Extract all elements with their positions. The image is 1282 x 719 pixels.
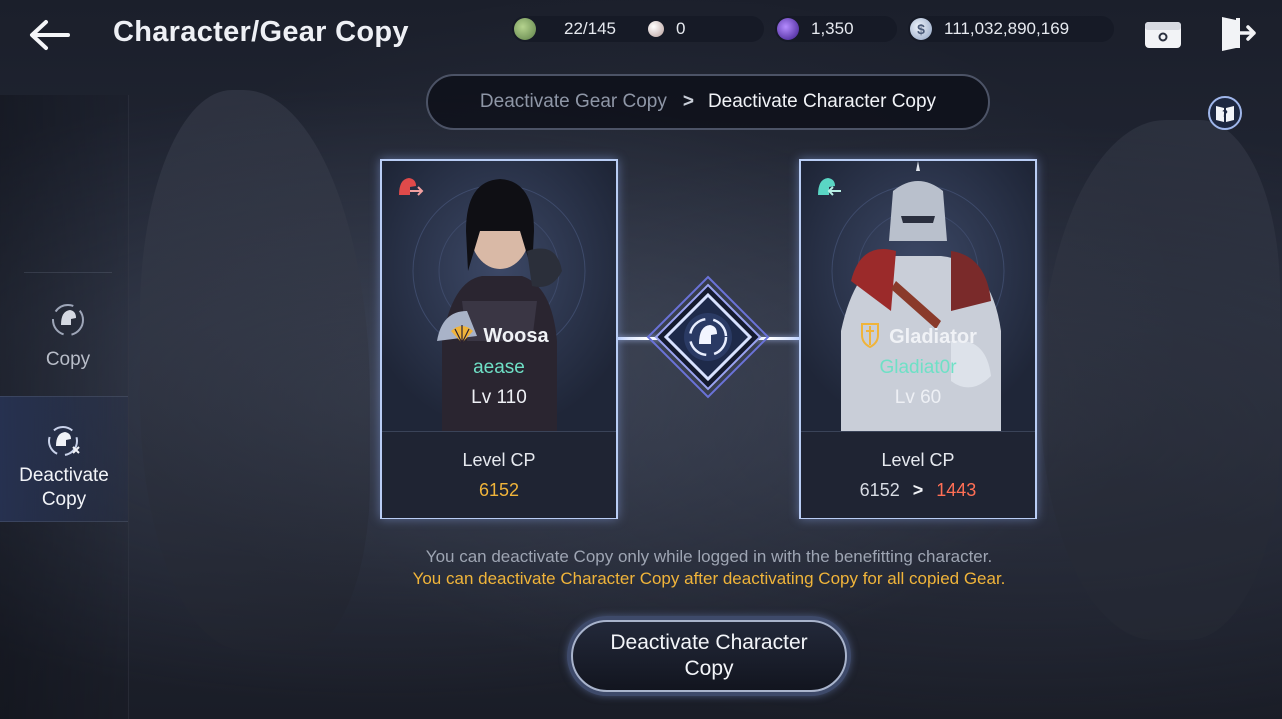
class-name: Gladiator xyxy=(889,326,977,348)
cp-panel: Level CP 6152 > 1443 xyxy=(801,431,1035,518)
breadcrumb-chevron-icon: > xyxy=(682,91,694,112)
character-level: Lv 110 xyxy=(471,387,527,408)
page-title: Character/Gear Copy xyxy=(113,16,409,48)
copy-helmet-icon xyxy=(24,299,112,346)
button-text: Deactivate Character Copy xyxy=(610,631,808,680)
cp-change: 6152 > 1443 xyxy=(801,480,1035,501)
resource-value: 22/145 xyxy=(564,19,616,38)
deactivate-character-copy-button[interactable]: Deactivate Character Copy xyxy=(567,616,851,696)
sidebar-item-label: Deactivate Copy xyxy=(19,465,109,510)
breadcrumb: Deactivate Gear Copy > Deactivate Charac… xyxy=(426,74,990,130)
cp-to-value: 1443 xyxy=(936,480,977,500)
cp-arrow-icon: > xyxy=(912,480,924,500)
class-row: Gladiator xyxy=(801,321,1035,354)
cp-from-value: 6152 xyxy=(859,480,900,500)
character-name: aease xyxy=(473,357,525,378)
exit-door-icon[interactable] xyxy=(1218,14,1258,52)
resource-value: 0 xyxy=(676,19,686,38)
resource-orb[interactable]: 1,350 xyxy=(775,16,897,42)
storage-chest-icon[interactable] xyxy=(1143,14,1183,52)
source-helmet-arrow-icon xyxy=(394,173,424,203)
class-row: Woosa xyxy=(382,321,616,352)
target-helmet-arrow-icon xyxy=(813,173,843,203)
class-name: Woosa xyxy=(483,325,549,347)
source-character-card[interactable]: Woosa aease Lv 110 Level CP 6152 xyxy=(380,159,618,519)
copy-link-diamond-icon xyxy=(646,275,770,399)
green-stone-icon xyxy=(514,18,536,40)
guide-book-icon[interactable]: ? xyxy=(1207,95,1243,131)
svg-text:?: ? xyxy=(1222,109,1228,120)
warning-message: You can deactivate Character Copy after … xyxy=(412,569,1006,588)
breadcrumb-step-character: Deactivate Character Copy xyxy=(707,91,937,112)
cp-label: Level CP xyxy=(881,450,955,470)
silver-coin-icon: $ xyxy=(910,18,932,40)
button-label: Deactivate Character Copy xyxy=(571,620,847,692)
deactivate-copy-helmet-icon xyxy=(0,423,128,464)
purple-orb-icon xyxy=(777,18,799,40)
character-level: Lv 60 xyxy=(894,387,942,408)
cp-panel: Level CP 6152 xyxy=(382,431,616,518)
resource-pearl[interactable]: 0 xyxy=(644,16,764,42)
pearl-icon xyxy=(648,21,664,37)
back-arrow-icon[interactable] xyxy=(26,18,72,52)
character-name: Gladiat0r xyxy=(879,357,957,378)
fan-class-icon xyxy=(449,321,475,352)
target-character-card[interactable]: Gladiator Gladiat0r Lv 60 Level CP 6152 … xyxy=(799,159,1037,519)
resource-silver[interactable]: $ 111,032,890,169 xyxy=(908,16,1114,42)
cp-label: Level CP xyxy=(462,450,536,470)
resource-value: 111,032,890,169 xyxy=(944,19,1070,38)
breadcrumb-step-gear[interactable]: Deactivate Gear Copy xyxy=(480,91,667,113)
sword-shield-class-icon xyxy=(859,321,881,354)
sidebar-item-deactivate-copy[interactable]: Deactivate Copy xyxy=(0,396,128,522)
sidebar-item-copy[interactable]: Copy xyxy=(24,272,112,397)
info-message: You can deactivate Copy only while logge… xyxy=(425,547,993,566)
resource-value: 1,350 xyxy=(811,19,854,38)
cp-value: 6152 xyxy=(478,480,520,500)
sidebar-item-label: Copy xyxy=(45,349,91,370)
